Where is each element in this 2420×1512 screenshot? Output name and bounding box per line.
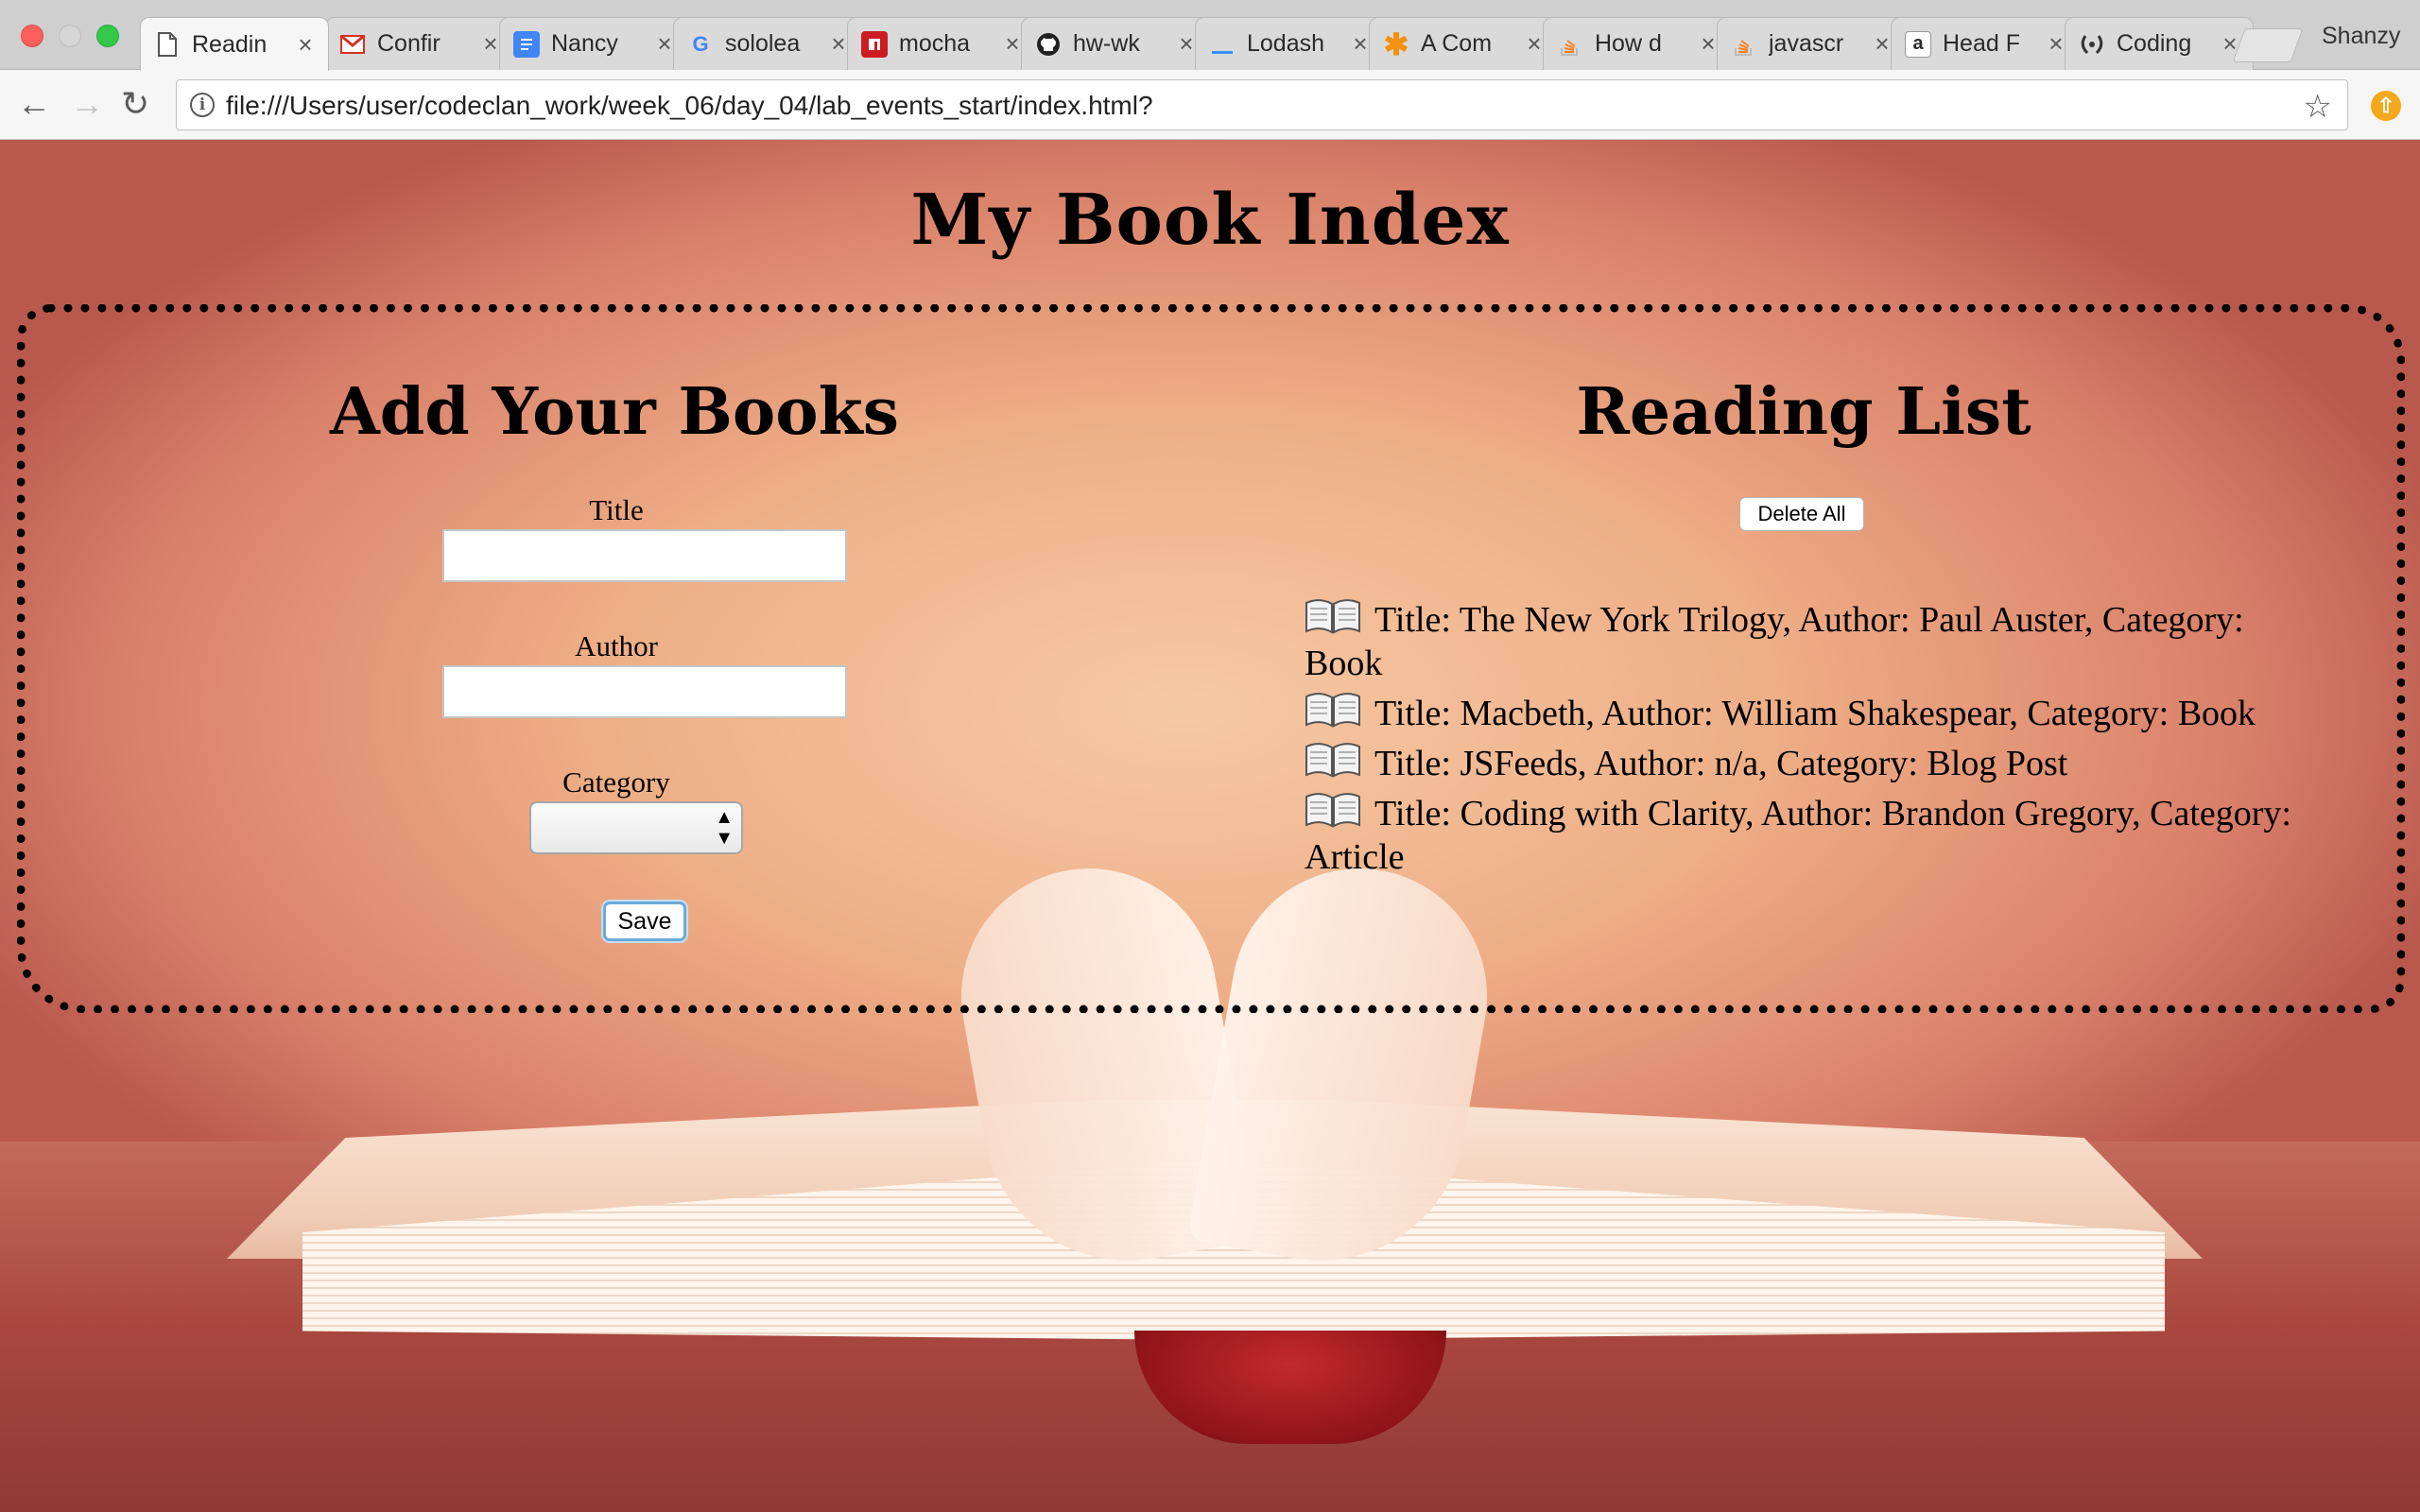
browser-tab[interactable]: Nancy × xyxy=(499,17,688,70)
list-item-text: Title: JSFeeds, Author: n/a, Category: B… xyxy=(1374,744,2068,783)
tab-label: Readin xyxy=(192,30,268,58)
github-icon xyxy=(1035,31,1062,58)
author-input[interactable] xyxy=(442,665,847,718)
page-title: My Book Index xyxy=(910,180,1510,261)
reload-icon[interactable]: ↻ xyxy=(121,85,149,123)
open-book-icon xyxy=(1305,693,1360,728)
title-label: Title xyxy=(589,493,644,526)
google-icon: G xyxy=(692,31,709,56)
tab-label: javascr xyxy=(1769,30,1844,57)
open-book-icon xyxy=(1305,793,1360,828)
tab-close-icon[interactable]: × xyxy=(294,30,317,60)
npm-icon xyxy=(861,30,888,58)
lodash-icon xyxy=(1209,31,1236,58)
browser-tab[interactable]: G sololea × xyxy=(673,17,862,70)
reading-list: Title: The New York Trilogy, Author: Pau… xyxy=(1305,597,2307,885)
browser-tab[interactable]: Coding × xyxy=(2065,17,2254,70)
title-input[interactable] xyxy=(442,529,847,582)
amazon-icon: a xyxy=(1905,30,1931,58)
list-item-text: Title: Macbeth, Author: William Shakespe… xyxy=(1374,694,2256,733)
gmail-icon xyxy=(339,31,366,58)
open-book-icon xyxy=(1305,599,1360,634)
list-item: Title: Coding with Clarity, Author: Bran… xyxy=(1305,791,2307,879)
star-icon[interactable]: ☆ xyxy=(2304,88,2332,126)
category-select[interactable]: ▲ ▼ xyxy=(529,801,743,854)
list-item: Title: Macbeth, Author: William Shakespe… xyxy=(1305,691,2307,735)
select-arrows-icon: ▲ ▼ xyxy=(715,807,734,849)
url-text[interactable]: file:///Users/user/codeclan_work/week_06… xyxy=(226,91,1153,121)
browser-tab[interactable]: mocha × xyxy=(847,17,1036,70)
info-icon[interactable]: i xyxy=(190,93,215,117)
list-item: Title: JSFeeds, Author: n/a, Category: B… xyxy=(1305,741,2307,785)
browser-tab[interactable]: Confir × xyxy=(325,17,514,70)
list-item: Title: The New York Trilogy, Author: Pau… xyxy=(1305,597,2307,685)
tab-label: sololea xyxy=(725,30,801,57)
tab-label: Head F xyxy=(1943,30,2020,57)
forward-arrow-icon[interactable]: → xyxy=(70,85,104,123)
browser-toolbar: ← → ↻ i file:///Users/user/codeclan_work… xyxy=(0,70,2420,140)
delete-all-button[interactable]: Delete All xyxy=(1739,497,1864,531)
tab-label: Lodash xyxy=(1247,30,1325,57)
list-item-text: Title: Coding with Clarity, Author: Bran… xyxy=(1305,794,2291,877)
document-icon xyxy=(154,31,181,58)
tab-label: A Com xyxy=(1421,30,1493,57)
window-minimize-button[interactable] xyxy=(59,25,81,47)
save-button[interactable]: Save xyxy=(603,902,686,941)
browser-tab[interactable]: ✱ A Com × xyxy=(1369,17,1558,70)
tab-label: How d xyxy=(1595,30,1662,57)
window-close-button[interactable] xyxy=(21,25,43,47)
tab-label: Nancy xyxy=(551,30,618,57)
asterisk-icon: ✱ xyxy=(1383,26,1409,61)
browser-tab[interactable]: hw-wk × xyxy=(1021,17,1210,70)
laurel-icon xyxy=(2079,31,2105,58)
page-viewport: My Book Index Add Your Books Title Autho… xyxy=(0,140,2420,1512)
category-label: Category xyxy=(562,765,670,799)
browser-tab[interactable]: javascr × xyxy=(1717,17,1906,70)
new-tab-button[interactable] xyxy=(2232,28,2304,62)
form-heading: Add Your Books xyxy=(329,374,900,450)
stackoverflow-icon xyxy=(1557,31,1583,58)
browser-tab[interactable]: Lodash × xyxy=(1195,17,1384,70)
stackoverflow-icon xyxy=(1731,31,1757,58)
tab-label: Confir xyxy=(377,30,441,57)
tab-label: hw-wk xyxy=(1073,30,1140,57)
author-label: Author xyxy=(575,629,658,662)
tab-label: Coding xyxy=(2117,30,2192,57)
browser-tab[interactable]: a Head F × xyxy=(1891,17,2080,70)
browser-tab[interactable]: Readin × xyxy=(140,17,329,71)
window-zoom-button[interactable] xyxy=(96,25,119,47)
browser-tab[interactable]: How d × xyxy=(1543,17,1732,70)
list-item-text: Title: The New York Trilogy, Author: Pau… xyxy=(1305,600,2244,683)
back-arrow-icon[interactable]: ← xyxy=(17,85,51,123)
reading-list-heading: Reading List xyxy=(1576,374,2031,450)
profile-name[interactable]: Shanzy xyxy=(2322,23,2400,50)
extension-icon[interactable]: ⇧ xyxy=(2371,91,2401,121)
tab-label: mocha xyxy=(899,30,971,57)
address-bar[interactable]: i file:///Users/user/codeclan_work/week_… xyxy=(176,79,2348,130)
open-book-icon xyxy=(1305,743,1360,778)
google-docs-icon xyxy=(513,30,540,58)
browser-tab-strip: Readin × Confir × Nancy × G sololea × mo… xyxy=(0,0,2420,71)
